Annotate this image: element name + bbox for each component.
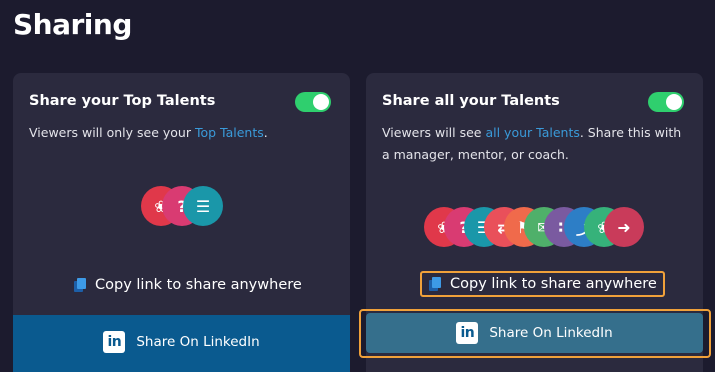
linkedin-icon: in [103,330,126,353]
card-title: Share your Top Talents [29,93,216,109]
description-text: Viewers will only see your [29,125,195,140]
all-talents-link[interactable]: all your Talents [485,125,579,140]
description-text: . [263,125,268,140]
card-title: Share all your Talents [382,93,560,109]
copy-icon [429,277,441,291]
top-talents-link[interactable]: Top Talents [195,125,264,140]
linkedin-label: Share On LinkedIn [136,333,260,350]
talent-badges: ❀? ☰ [141,186,223,226]
card-description: Viewers will only see your Top Talents. [29,122,339,144]
copy-link-label: Copy link to share anywhere [95,277,302,293]
list-badge-icon: ☰ [183,186,223,226]
share-linkedin-button[interactable]: in Share On LinkedIn [366,313,703,353]
share-linkedin-button[interactable]: in Share On LinkedIn [13,315,350,372]
copy-link-label: Copy link to share anywhere [450,276,657,292]
description-text: Viewers will see [382,125,486,140]
arrow-badge-icon: ➜ [604,207,644,247]
share-all-talents-toggle[interactable] [648,92,684,112]
card-description: Viewers will see all your Talents. Share… [382,122,692,166]
copy-link-button[interactable]: Copy link to share anywhere [420,271,665,297]
share-top-talents-card: Share your Top Talents Viewers will only… [13,73,350,372]
linkedin-label: Share On LinkedIn [489,325,613,341]
share-top-talents-toggle[interactable] [295,92,331,112]
toggle-knob [313,94,329,110]
copy-icon [74,278,86,292]
copy-link-button[interactable]: Copy link to share anywhere [74,277,302,293]
linkedin-icon: in [456,322,479,344]
page-title: Sharing [13,8,132,41]
talent-badges: ❀?☰⇄⚑✉∷⤴❀➜ [424,207,646,247]
share-all-talents-card: Share all your Talents Viewers will see … [359,73,711,372]
toggle-knob [666,94,682,110]
